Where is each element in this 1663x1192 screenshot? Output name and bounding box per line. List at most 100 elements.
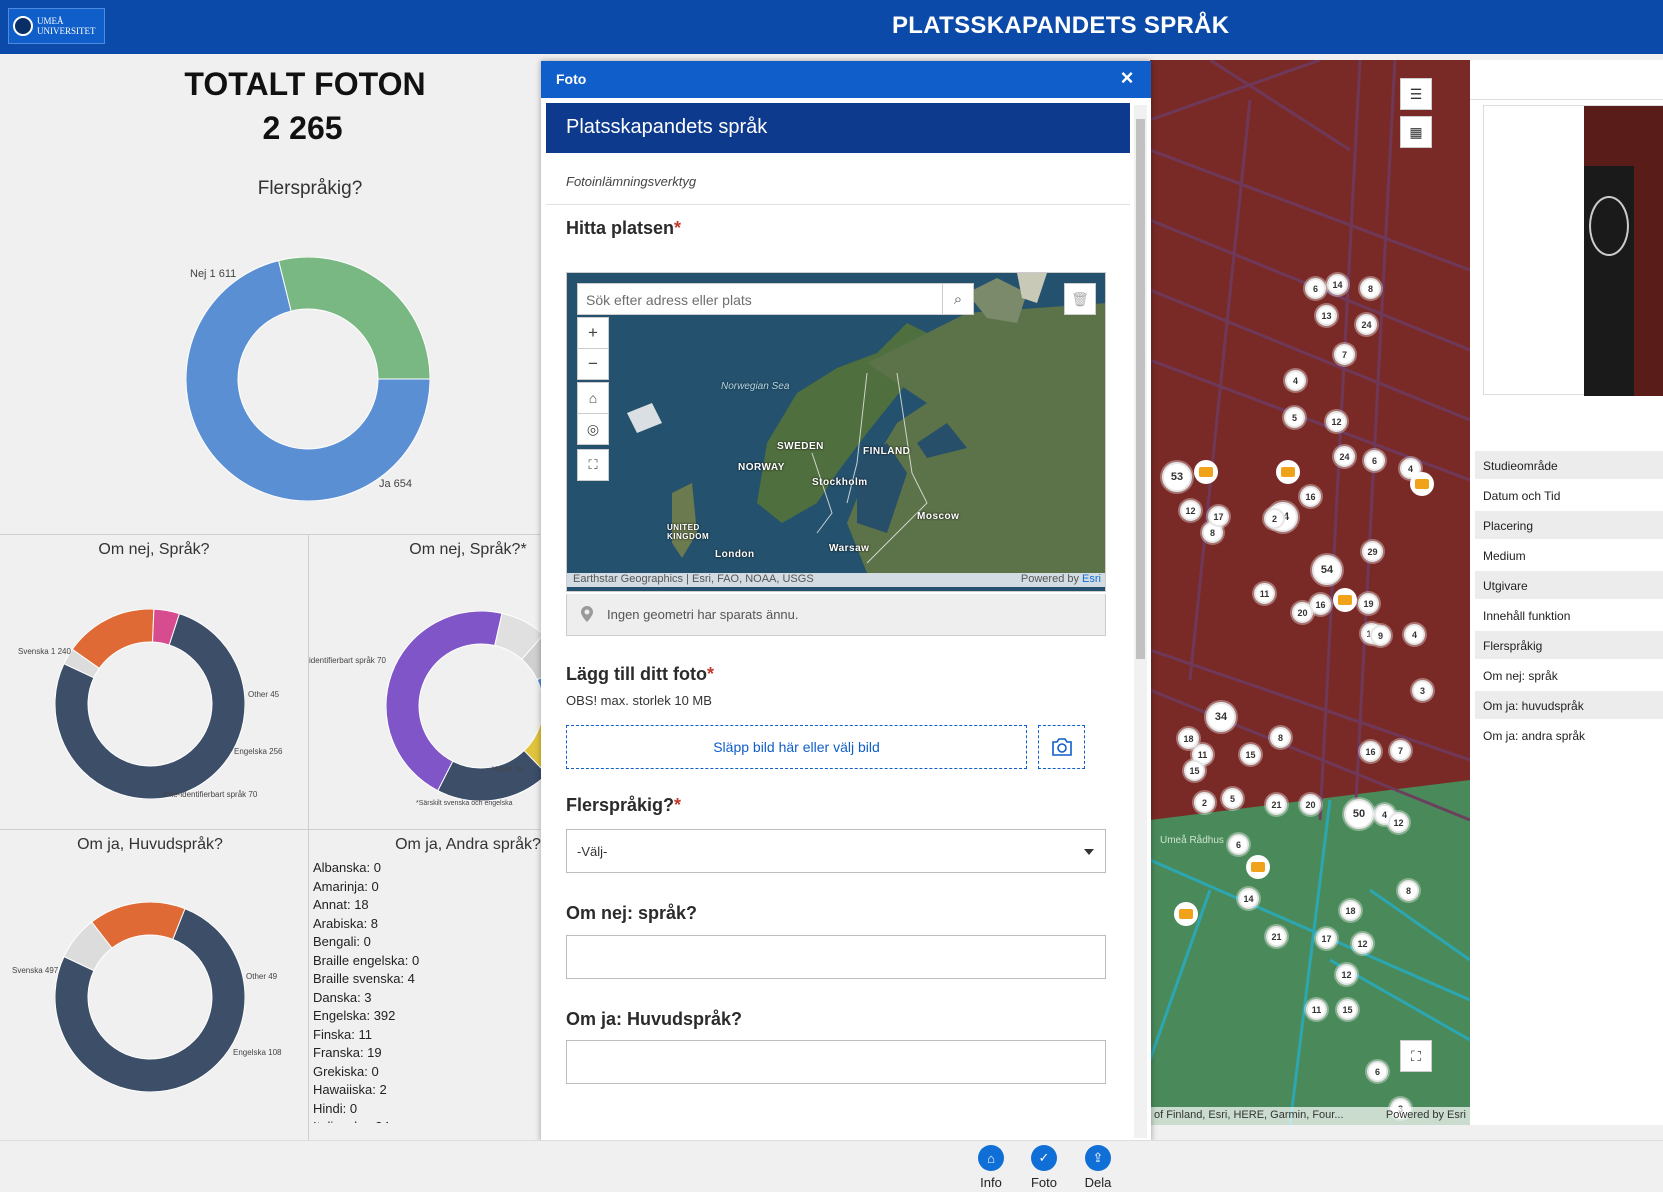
- map-cluster-marker[interactable]: 15: [1240, 744, 1261, 765]
- close-icon[interactable]: ×: [1117, 67, 1137, 89]
- fullscreen-icon[interactable]: ⛶: [577, 449, 609, 481]
- donut-slice-svenska-och-engelska[interactable]: [437, 749, 548, 801]
- map-cluster-marker[interactable]: 2: [1194, 792, 1215, 813]
- required-marker: *: [706, 664, 714, 684]
- map-cluster-marker[interactable]: 18: [1340, 900, 1361, 921]
- attribute-row: Om ja: huvudspråk: [1475, 691, 1663, 719]
- qr-code-icon[interactable]: ▦: [1400, 116, 1432, 148]
- map-cluster-marker[interactable]: 12: [1352, 933, 1373, 954]
- map-cluster-marker[interactable]: 12: [1180, 500, 1201, 521]
- map-cluster-marker[interactable]: 8: [1360, 278, 1381, 299]
- map-powered-by[interactable]: Powered by Esri: [1386, 1109, 1466, 1121]
- donut-slice-icke-identifierbart-spr-k[interactable]: [386, 611, 503, 792]
- photo-marker-icon[interactable]: [1276, 460, 1300, 484]
- trash-icon[interactable]: 🗑: [1064, 283, 1096, 315]
- map-cluster-marker[interactable]: 34: [1206, 702, 1236, 732]
- map-cluster-marker[interactable]: 12: [1326, 411, 1347, 432]
- search-icon[interactable]: ⌕: [942, 283, 974, 315]
- zoom-in-icon[interactable]: +: [577, 317, 609, 349]
- map-cluster-marker[interactable]: 17: [1208, 506, 1229, 527]
- logo-text-line2: UNIVERSITET: [37, 26, 96, 36]
- main-map[interactable]: Umeå Rådhus 6148132474512246531283416417…: [1150, 60, 1470, 1125]
- photo-marker-icon[interactable]: [1333, 588, 1357, 612]
- fullscreen-icon[interactable]: ⛶: [1400, 1040, 1432, 1072]
- map-cluster-marker[interactable]: 14: [1327, 274, 1348, 295]
- location-map[interactable]: Norwegian Sea SWEDEN FINLAND NORWAY Stoc…: [566, 272, 1106, 592]
- map-cluster-marker[interactable]: 24: [1356, 314, 1377, 335]
- home-icon[interactable]: ⌂: [577, 382, 609, 414]
- map-cluster-marker[interactable]: 16: [1300, 486, 1321, 507]
- question-location-text: Hitta platsen: [566, 218, 675, 238]
- photo-thumbnail[interactable]: [1483, 105, 1663, 396]
- map-cluster-marker[interactable]: 11: [1306, 999, 1327, 1020]
- map-cluster-marker[interactable]: 8: [1398, 880, 1419, 901]
- map-cluster-marker[interactable]: 6: [1364, 450, 1385, 471]
- map-cluster-marker[interactable]: 16: [1360, 741, 1381, 762]
- map-cluster-marker[interactable]: 7: [1390, 740, 1411, 761]
- map-cluster-marker[interactable]: 21: [1266, 926, 1287, 947]
- map-cluster-marker[interactable]: 14: [1238, 888, 1259, 909]
- om-nej-sprak-input[interactable]: [566, 935, 1106, 979]
- multilingual-chart-title: Flerspråkig?: [257, 178, 363, 199]
- question-photo-label: Lägg till ditt foto*: [566, 664, 714, 685]
- photo-marker-icon[interactable]: [1174, 902, 1198, 926]
- map-cluster-marker[interactable]: 20: [1292, 602, 1313, 623]
- umea-university-logo[interactable]: UMEÅ UNIVERSITET: [8, 8, 105, 44]
- photo-dropzone[interactable]: Släpp bild här eller välj bild: [566, 725, 1027, 769]
- minimap-powered-by[interactable]: Powered by Esri: [1021, 573, 1101, 585]
- dela-button[interactable]: ⇪ Dela: [1073, 1145, 1123, 1190]
- survey-form[interactable]: Platsskapandets språk Fotoinlämningsverk…: [541, 98, 1151, 1142]
- map-cluster-marker[interactable]: 6: [1305, 278, 1326, 299]
- foto-button[interactable]: ✓ Foto: [1019, 1145, 1069, 1190]
- map-cluster-marker[interactable]: 3: [1412, 680, 1433, 701]
- map-cluster-marker[interactable]: 19: [1358, 593, 1379, 614]
- dialog-scrollbar[interactable]: [1134, 105, 1147, 1138]
- zoom-out-icon[interactable]: −: [577, 348, 609, 380]
- map-cluster-marker[interactable]: 12: [1388, 812, 1409, 833]
- map-cluster-marker[interactable]: 53: [1162, 462, 1192, 492]
- minimap-label-uk: UNITED KINGDOM: [667, 523, 710, 541]
- map-cluster-marker[interactable]: 54: [1312, 555, 1342, 585]
- map-cluster-marker[interactable]: 11: [1254, 583, 1275, 604]
- map-cluster-marker[interactable]: 7: [1334, 344, 1355, 365]
- scrollbar-thumb[interactable]: [1136, 119, 1145, 659]
- photo-marker-icon[interactable]: [1194, 460, 1218, 484]
- map-cluster-marker[interactable]: 6: [1228, 834, 1249, 855]
- map-cluster-marker[interactable]: 4: [1404, 624, 1425, 645]
- map-cluster-marker[interactable]: 16: [1310, 594, 1331, 615]
- map-cluster-marker[interactable]: 29: [1362, 541, 1383, 562]
- info-button[interactable]: ⌂ Info: [966, 1145, 1016, 1190]
- om-ja-huvudsprak-input[interactable]: [566, 1040, 1106, 1084]
- multilingual-select[interactable]: -Välj-: [566, 829, 1106, 873]
- layers-icon[interactable]: ☰: [1400, 78, 1432, 110]
- map-cluster-marker[interactable]: 50: [1344, 799, 1374, 829]
- map-cluster-marker[interactable]: 5: [1222, 788, 1243, 809]
- locate-icon[interactable]: ◎: [577, 413, 609, 445]
- language-count-item: Danska: 3: [313, 989, 372, 1005]
- camera-icon[interactable]: [1038, 725, 1085, 769]
- map-cluster-marker[interactable]: 24: [1334, 446, 1355, 467]
- minimap-label-stockholm: Stockholm: [812, 477, 868, 488]
- map-cluster-marker[interactable]: 15: [1337, 999, 1358, 1020]
- details-header: [1470, 60, 1663, 100]
- photo-marker-icon[interactable]: [1410, 472, 1434, 496]
- map-cluster-marker[interactable]: 15: [1184, 760, 1205, 781]
- map-cluster-marker[interactable]: 2: [1264, 508, 1285, 529]
- map-cluster-marker[interactable]: 13: [1316, 305, 1337, 326]
- map-cluster-marker[interactable]: 9: [1370, 625, 1391, 646]
- location-search-input[interactable]: Sök efter adress eller plats: [577, 283, 952, 315]
- map-cluster-marker[interactable]: 12: [1336, 964, 1357, 985]
- minimap-label-warsaw: Warsaw: [829, 543, 870, 554]
- donut-slice-ja[interactable]: [277, 257, 430, 380]
- map-cluster-marker[interactable]: 20: [1300, 794, 1321, 815]
- attribute-row: Datum och Tid: [1483, 489, 1561, 503]
- photo-marker-icon[interactable]: [1246, 855, 1270, 879]
- map-cluster-marker[interactable]: 4: [1285, 370, 1306, 391]
- map-cluster-marker[interactable]: 6: [1367, 1061, 1388, 1082]
- map-cluster-marker[interactable]: 5: [1284, 407, 1305, 428]
- map-cluster-marker[interactable]: 17: [1316, 928, 1337, 949]
- map-cluster-marker[interactable]: 21: [1266, 794, 1287, 815]
- map-cluster-marker[interactable]: 8: [1270, 727, 1291, 748]
- minimap-label-moscow: Moscow: [917, 511, 960, 522]
- foto-dialog: Foto × Platsskapandets språk Fotoinlämni…: [541, 61, 1151, 1142]
